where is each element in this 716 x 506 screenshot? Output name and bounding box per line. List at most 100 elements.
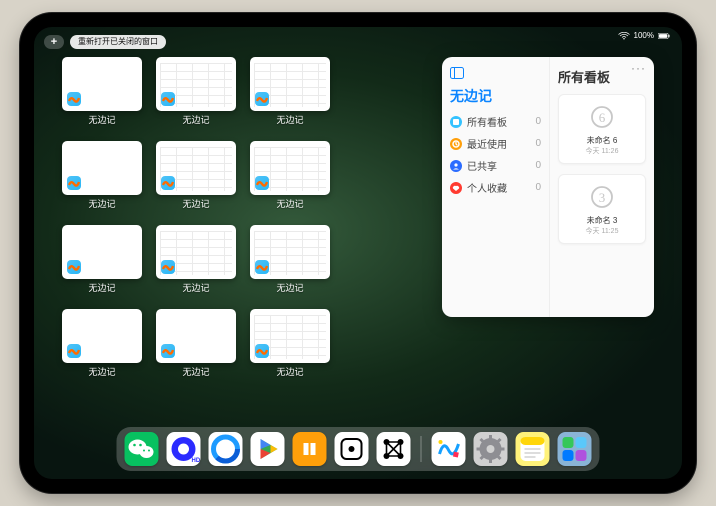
app-switcher-thumb[interactable]: 无边记	[62, 225, 142, 299]
new-window-button[interactable]: +	[44, 35, 64, 49]
category-icon	[450, 138, 462, 150]
board-sketch: 6	[585, 103, 619, 133]
window-preview	[62, 225, 142, 279]
thumb-label: 无边记	[182, 197, 209, 210]
panel-sidebar: 无边记 所有看板0最近使用0已共享0个人收藏0	[442, 57, 550, 317]
category-label: 最近使用	[467, 136, 507, 151]
window-preview	[250, 57, 330, 111]
thumb-label: 无边记	[276, 197, 303, 210]
freeform-app-icon	[67, 92, 81, 106]
thumb-label: 无边记	[276, 281, 303, 294]
thumb-label: 无边记	[276, 365, 303, 378]
window-preview	[250, 141, 330, 195]
category-count: 0	[535, 160, 541, 171]
freeform-app-icon	[255, 344, 269, 358]
board-card[interactable]: 3 未命名 3今天 11:25	[558, 174, 646, 244]
app-switcher-thumb[interactable]: 无边记	[156, 225, 236, 299]
thumb-label: 无边记	[88, 197, 115, 210]
dock-books-icon[interactable]	[293, 432, 327, 466]
window-preview	[156, 225, 236, 279]
category-count: 0	[535, 182, 541, 193]
freeform-app-icon	[255, 260, 269, 274]
dock-freeform-icon[interactable]	[432, 432, 466, 466]
dock-folder-icon[interactable]	[558, 432, 592, 466]
window-preview	[156, 57, 236, 111]
reopen-closed-window-pill[interactable]: 重新打开已关闭的窗口	[70, 35, 166, 49]
battery-icon	[658, 32, 670, 40]
svg-text:6: 6	[599, 110, 606, 125]
category-icon	[450, 160, 462, 172]
app-switcher-thumb[interactable]: 无边记	[250, 309, 330, 383]
app-switcher-thumb[interactable]: 无边记	[156, 309, 236, 383]
thumb-label: 无边记	[276, 113, 303, 126]
dock-notes-icon[interactable]	[516, 432, 550, 466]
freeform-panel: ··· 无边记 所有看板0最近使用0已共享0个人收藏0 所有看板 6未命名 6今…	[442, 57, 654, 317]
freeform-app-icon	[67, 344, 81, 358]
panel-category-item[interactable]: 所有看板0	[450, 114, 541, 129]
app-switcher-thumb[interactable]: 无边记	[156, 141, 236, 215]
thumb-label: 无边记	[88, 281, 115, 294]
board-card[interactable]: 6 未命名 6今天 11:26	[558, 94, 646, 164]
window-preview	[62, 141, 142, 195]
dock-qqbrowser-icon[interactable]	[209, 432, 243, 466]
screen: 100% + 重新打开已关闭的窗口 无边记无边记无边记无边记无边记无边记无边记无…	[34, 27, 682, 479]
dock-wechat-icon[interactable]	[125, 432, 159, 466]
app-switcher-thumb[interactable]: 无边记	[62, 141, 142, 215]
panel-left-title: 无边记	[450, 86, 541, 106]
stage: 无边记无边记无边记无边记无边记无边记无边记无边记无边记无边记无边记无边记 ···…	[62, 57, 654, 425]
dock-dice-icon[interactable]	[335, 432, 369, 466]
window-preview	[156, 309, 236, 363]
board-name: 未命名 3	[587, 215, 618, 226]
app-switcher-grid: 无边记无边记无边记无边记无边记无边记无边记无边记无边记无边记无边记无边记	[62, 57, 424, 425]
thumb-label: 无边记	[88, 113, 115, 126]
dock-graph-icon[interactable]	[377, 432, 411, 466]
freeform-app-icon	[255, 92, 269, 106]
app-switcher-thumb[interactable]: 无边记	[156, 57, 236, 131]
more-icon[interactable]: ···	[631, 61, 646, 75]
dock: HD	[117, 427, 600, 471]
freeform-app-icon	[161, 92, 175, 106]
category-count: 0	[535, 116, 541, 127]
app-switcher-thumb[interactable]: 无边记	[62, 309, 142, 383]
category-label: 已共享	[467, 158, 497, 173]
board-date: 今天 11:26	[586, 146, 619, 156]
dock-play-icon[interactable]	[251, 432, 285, 466]
panel-content: 所有看板 6未命名 6今天 11:263未命名 3今天 11:25	[550, 57, 654, 317]
dock-separator	[421, 436, 422, 462]
sidebar-icon[interactable]	[450, 67, 541, 82]
board-sketch: 3	[585, 183, 619, 213]
svg-text:HD: HD	[192, 458, 201, 464]
app-switcher-thumb[interactable]: 无边记	[250, 141, 330, 215]
thumb-label: 无边记	[182, 113, 209, 126]
thumb-label: 无边记	[88, 365, 115, 378]
window-preview	[156, 141, 236, 195]
dock-quark-icon[interactable]: HD	[167, 432, 201, 466]
board-name: 未命名 6	[587, 135, 618, 146]
app-switcher-thumb[interactable]: 无边记	[250, 225, 330, 299]
window-preview	[62, 57, 142, 111]
app-switcher-thumb[interactable]: 无边记	[250, 57, 330, 131]
freeform-app-icon	[161, 344, 175, 358]
window-preview	[250, 225, 330, 279]
category-count: 0	[535, 138, 541, 149]
category-icon	[450, 116, 462, 128]
board-date: 今天 11:25	[586, 226, 619, 236]
thumb-label: 无边记	[182, 281, 209, 294]
panel-category-item[interactable]: 最近使用 0	[450, 136, 541, 151]
freeform-app-icon	[161, 176, 175, 190]
freeform-app-icon	[255, 176, 269, 190]
freeform-app-icon	[67, 260, 81, 274]
dock-settings-icon[interactable]	[474, 432, 508, 466]
panel-category-item[interactable]: 已共享 0	[450, 158, 541, 173]
ipad-frame: 100% + 重新打开已关闭的窗口 无边记无边记无边记无边记无边记无边记无边记无…	[20, 13, 696, 493]
freeform-app-icon	[161, 260, 175, 274]
panel-category-item[interactable]: 个人收藏0	[450, 180, 541, 195]
svg-text:3: 3	[599, 190, 606, 205]
panel-category-list: 所有看板0最近使用0已共享0个人收藏0	[450, 114, 541, 195]
battery-pct: 100%	[634, 31, 654, 40]
top-left-controls: + 重新打开已关闭的窗口	[44, 35, 166, 49]
window-preview	[250, 309, 330, 363]
window-preview	[62, 309, 142, 363]
app-switcher-thumb[interactable]: 无边记	[62, 57, 142, 131]
board-list: 6 未命名 6今天 11:26 3 未命名 3今天 11:25	[558, 94, 646, 244]
